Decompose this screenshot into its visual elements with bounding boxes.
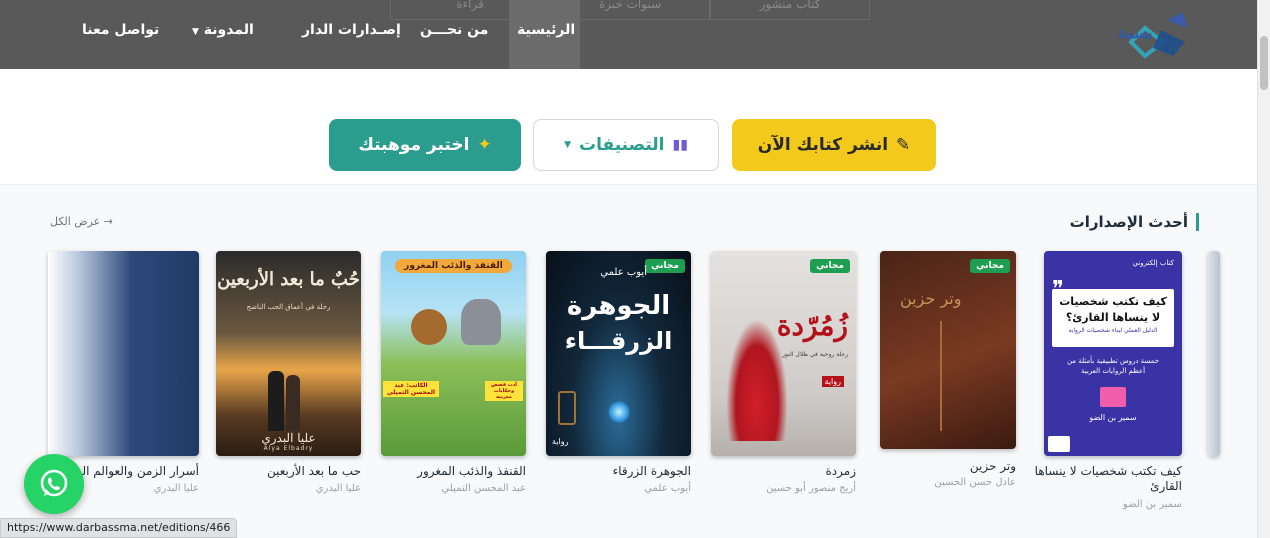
cover-author-ar: عليا البدري: [261, 431, 316, 445]
figure-woman: [286, 375, 300, 431]
wolf-illustration: [461, 299, 501, 345]
book-author: عبد المحسن التميلي: [441, 483, 526, 494]
book-illustration-icon: [1100, 387, 1126, 407]
cover-subtitle: رحلة روحية في ظلال النور: [782, 351, 848, 358]
cover-title-line2: لا ينساها القارئ؟: [1065, 311, 1161, 324]
nav-item-blog[interactable]: ▼ المدونة: [192, 22, 254, 38]
cover-figure: [727, 321, 787, 441]
cover-genre: رواية: [552, 437, 569, 446]
book-title[interactable]: زمردة: [686, 464, 856, 479]
publisher-logo-icon: [1048, 436, 1070, 452]
publish-book-label: انشر كتابك الآن: [757, 135, 889, 155]
free-badge: مجاني: [970, 259, 1010, 273]
view-all-link[interactable]: عرض الكل →: [50, 215, 113, 228]
book-cover[interactable]: مجاني أيوب علمي الجوهرة الزرقـــاء رواية: [546, 251, 691, 456]
blue-gem-icon: [608, 401, 630, 423]
book-cover[interactable]: [1208, 251, 1220, 456]
book-author: أيوب علمي: [644, 483, 691, 494]
svg-text:بسمة: بسمة: [1118, 24, 1152, 42]
book-author: عادل حسن الحسين: [934, 477, 1016, 488]
book-cover[interactable]: مجاني وتر حزين: [880, 251, 1016, 449]
whatsapp-icon: [40, 469, 68, 497]
latest-releases-section: أحدث الإصدارات عرض الكل → كتاب إلكتروني …: [0, 184, 1257, 538]
cover-title: وتر حزين: [900, 289, 962, 308]
caret-down-icon: ▼: [192, 27, 199, 37]
section-title: أحدث الإصدارات: [1070, 213, 1199, 231]
book-title[interactable]: القنفذ والذئب المغرور: [356, 464, 526, 479]
lantern-icon: [558, 391, 576, 425]
cover-blurb-1: خمسة دروس تطبيقية بأمثلة من: [1066, 357, 1160, 365]
book-cover[interactable]: [48, 251, 199, 456]
site-logo[interactable]: بسمة: [1083, 8, 1193, 62]
books-icon: ▮▮: [672, 137, 688, 153]
whatsapp-button[interactable]: [24, 454, 84, 514]
book-cover[interactable]: حُبٌ ما بعد الأربعين رحلة في أعماق الحب …: [216, 251, 361, 456]
book-title[interactable]: الجوهرة الزرقاء: [521, 464, 691, 479]
book-cover[interactable]: كتاب إلكتروني ❞ كيف تكتب شخصيات لا ينساه…: [1044, 251, 1182, 456]
page-scrollbar[interactable]: [1257, 0, 1270, 538]
status-bar-url: https://www.darbassma.net/editions/466: [0, 518, 238, 538]
cover-title-line2: الزرقـــاء: [564, 327, 673, 355]
cover-subtitle: رحلة في أعماق الحب الناضج: [246, 303, 331, 311]
test-talent-button[interactable]: ✦ اختبر موهبتك: [329, 119, 521, 171]
cover-title: زُمُرّدة: [776, 309, 848, 342]
book-author: أريج منصور أبو حسين: [766, 483, 856, 494]
book-author: سمير بن الضو: [1122, 499, 1182, 510]
hedgehog-illustration: [411, 309, 447, 345]
nav-item-editions[interactable]: إصـدارات الدار: [302, 22, 401, 38]
free-badge: مجاني: [810, 259, 850, 273]
logo-mark-icon: بسمة: [1118, 12, 1187, 59]
scrollbar-thumb[interactable]: [1260, 36, 1268, 90]
publish-book-button[interactable]: ✎ انشر كتابك الآن: [732, 119, 936, 171]
free-badge: مجاني: [645, 259, 685, 273]
cover-title-box: كيف تكتب شخصيات لا ينساها القارئ؟ الدليل…: [1052, 289, 1174, 347]
book-title[interactable]: كيف تكتب شخصيات لا ينساها القارئ: [1012, 464, 1182, 494]
cover-string-art: [940, 321, 942, 431]
cover-title-line1: الجوهرة: [566, 291, 671, 321]
book-title[interactable]: حب ما بعد الأربعين: [191, 464, 361, 479]
cover-title: حُبٌ ما بعد الأربعين: [217, 269, 360, 290]
cover-blurb-2: أعظم الروايات العربية: [1080, 367, 1146, 375]
cover-author-en: Alya Elbadry: [263, 445, 314, 452]
stats-strip: قراءة سنوات خبرة كتاب منشور: [390, 0, 870, 20]
categories-dropdown-button[interactable]: ▮▮ التصنيفات ▼: [533, 119, 719, 171]
nav-item-about[interactable]: من نحـــن: [420, 22, 488, 38]
top-navbar: قراءة سنوات خبرة كتاب منشور الرئيسية من …: [0, 0, 1257, 69]
book-cover[interactable]: القنفذ والذئب المغرور الكاتب: عبد المحسن…: [381, 251, 526, 456]
cover-author: سمير بن الضو: [1089, 413, 1137, 422]
nav-item-home[interactable]: الرئيسية: [517, 22, 575, 38]
cover-title-line1: كيف تكتب شخصيات: [1059, 295, 1167, 308]
figure-man: [268, 371, 284, 431]
cover-author-tag: الكاتب: عبد المحسن التميلي: [383, 381, 439, 397]
test-talent-label: اختبر موهبتك: [358, 135, 470, 155]
nav-item-blog-label: المدونة: [203, 22, 254, 38]
cover-genre-tag: أدب قصص وحكايات مغربية: [485, 381, 523, 401]
sparkles-icon: ✦: [477, 135, 492, 155]
categories-label: التصنيفات: [579, 135, 665, 155]
book-author: عليا البدري: [153, 483, 199, 494]
cover-subtitle: الدليل العملي لبناء شخصيات الرواية: [1068, 327, 1158, 334]
stats-cell-books: كتاب منشور: [710, 0, 870, 20]
cover-author: أيوب علمي: [600, 267, 647, 278]
book-title[interactable]: وتر حزين: [846, 459, 1016, 474]
book-author: عليا البدري: [315, 483, 361, 494]
nav-item-contact[interactable]: تواصل معنا: [82, 22, 159, 38]
cover-tag: كتاب إلكتروني: [1132, 259, 1174, 267]
pencil-icon: ✎: [896, 135, 911, 155]
cover-genre: رواية: [821, 376, 844, 387]
cover-title: القنفذ والذئب المغرور: [395, 259, 512, 273]
book-cover[interactable]: مجاني زُمُرّدة رحلة روحية في ظلال النور …: [711, 251, 856, 456]
caret-down-icon: ▼: [564, 140, 572, 150]
